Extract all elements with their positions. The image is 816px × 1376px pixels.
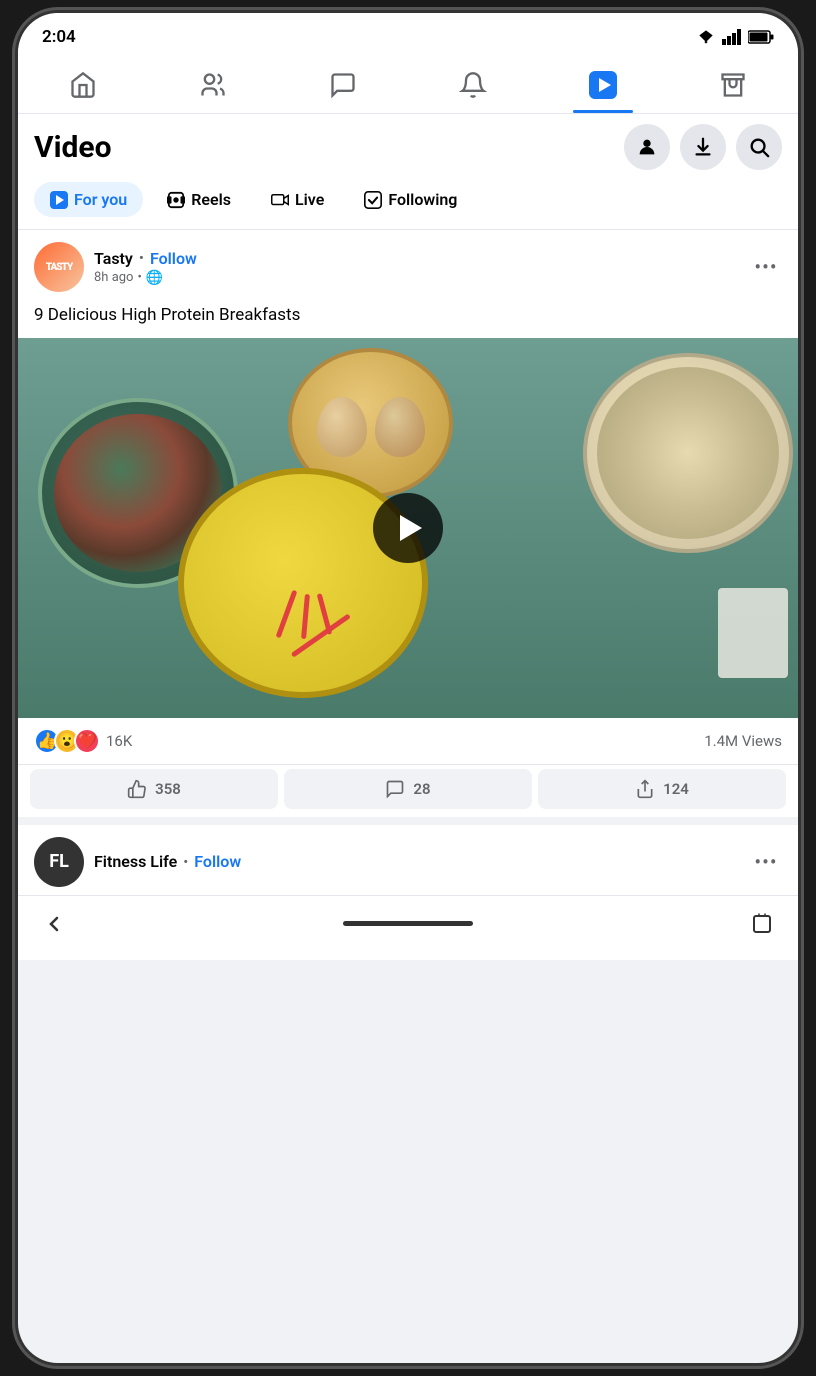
action-buttons-1: 358 28 124 bbox=[18, 765, 798, 817]
comment-count-1: 28 bbox=[413, 780, 430, 798]
author-info-2: Fitness Life • Follow bbox=[94, 852, 241, 871]
category-tabs: For you Reels Live Following bbox=[18, 174, 798, 230]
home-indicator[interactable] bbox=[343, 921, 473, 926]
avatar-fitness[interactable]: FL bbox=[34, 837, 84, 887]
tab-following[interactable]: Following bbox=[348, 182, 473, 217]
friends-icon bbox=[199, 71, 227, 99]
video-thumbnail-1[interactable] bbox=[18, 338, 798, 718]
follow-btn-1[interactable]: Follow bbox=[150, 249, 197, 268]
tab-reels-label: Reels bbox=[191, 190, 231, 209]
reactions-group: 👍 😮 ❤️ 16K bbox=[34, 728, 132, 754]
post-meta-1: 8h ago • 🌐 bbox=[94, 270, 197, 286]
like-count-1: 358 bbox=[155, 780, 181, 798]
home-icon bbox=[69, 71, 97, 99]
search-icon bbox=[748, 136, 770, 158]
more-btn-2[interactable]: ••• bbox=[750, 846, 782, 878]
reaction-count-1: 16K bbox=[106, 732, 132, 750]
wifi-icon bbox=[696, 29, 716, 45]
tab-live[interactable]: Live bbox=[255, 182, 340, 217]
play-button-1[interactable] bbox=[373, 493, 443, 563]
tab-reels[interactable]: Reels bbox=[151, 182, 247, 217]
love-emoji: ❤️ bbox=[74, 728, 100, 754]
phone-frame: 2:04 bbox=[18, 13, 798, 1363]
post-card-2: FL Fitness Life • Follow ••• bbox=[18, 825, 798, 895]
more-btn-1[interactable]: ••• bbox=[750, 251, 782, 283]
globe-icon-1: 🌐 bbox=[146, 270, 163, 286]
bell-icon bbox=[459, 71, 487, 99]
post-title-1: 9 Delicious High Protein Breakfasts bbox=[18, 300, 798, 338]
signal-icon bbox=[722, 29, 742, 45]
back-icon bbox=[42, 912, 66, 936]
back-button[interactable] bbox=[18, 904, 90, 944]
tab-for-you-label: For you bbox=[74, 190, 127, 209]
post-header-2: FL Fitness Life • Follow ••• bbox=[18, 825, 798, 895]
author-name-row-1: Tasty • Follow bbox=[94, 249, 197, 268]
nav-video[interactable] bbox=[573, 65, 633, 105]
marketplace-icon bbox=[719, 71, 747, 99]
messenger-icon bbox=[329, 71, 357, 99]
post-author-1: TASTY Tasty • Follow 8h ago • 🌐 bbox=[34, 242, 197, 292]
share-button-1[interactable]: 124 bbox=[538, 769, 786, 809]
following-icon bbox=[364, 191, 382, 209]
avatar-tasty[interactable]: TASTY bbox=[34, 242, 84, 292]
page-title: Video bbox=[34, 130, 112, 165]
bottom-nav bbox=[18, 895, 798, 960]
nav-friends[interactable] bbox=[183, 65, 243, 105]
post-author-2: FL Fitness Life • Follow bbox=[34, 837, 241, 887]
tab-following-label: Following bbox=[388, 190, 457, 209]
header-actions bbox=[624, 124, 782, 170]
rotate-icon bbox=[750, 912, 774, 936]
feed: TASTY Tasty • Follow 8h ago • 🌐 bbox=[18, 230, 798, 895]
search-button[interactable] bbox=[736, 124, 782, 170]
video-play-icon bbox=[589, 71, 617, 99]
status-icons bbox=[696, 29, 774, 45]
author-name-1: Tasty bbox=[94, 249, 133, 268]
share-icon bbox=[635, 779, 655, 799]
like-icon bbox=[127, 779, 147, 799]
nav-home[interactable] bbox=[53, 65, 113, 105]
like-button-1[interactable]: 358 bbox=[30, 769, 278, 809]
share-count-1: 124 bbox=[663, 780, 689, 798]
reels-icon bbox=[167, 191, 185, 209]
for-you-icon bbox=[50, 191, 68, 209]
author-info-1: Tasty • Follow 8h ago • 🌐 bbox=[94, 249, 197, 286]
person-icon bbox=[636, 136, 658, 158]
live-icon bbox=[271, 191, 289, 209]
status-time: 2:04 bbox=[42, 27, 76, 47]
page-header: Video bbox=[18, 114, 798, 174]
status-bar: 2:04 bbox=[18, 13, 798, 57]
rotate-button[interactable] bbox=[726, 904, 798, 944]
comment-icon bbox=[385, 779, 405, 799]
author-name-2: Fitness Life bbox=[94, 852, 177, 871]
post-card-1: TASTY Tasty • Follow 8h ago • 🌐 bbox=[18, 230, 798, 817]
nav-marketplace[interactable] bbox=[703, 65, 763, 105]
download-icon bbox=[692, 136, 714, 158]
nav-notifications[interactable] bbox=[443, 65, 503, 105]
views-count-1: 1.4M Views bbox=[704, 732, 782, 750]
reactions-bar-1: 👍 😮 ❤️ 16K 1.4M Views bbox=[18, 718, 798, 765]
follow-btn-2[interactable]: Follow bbox=[194, 852, 241, 871]
author-name-row-2: Fitness Life • Follow bbox=[94, 852, 241, 871]
download-button[interactable] bbox=[680, 124, 726, 170]
top-nav bbox=[18, 57, 798, 114]
battery-icon bbox=[748, 30, 774, 44]
tab-live-label: Live bbox=[295, 190, 324, 209]
tab-for-you[interactable]: For you bbox=[34, 182, 143, 217]
post-header-1: TASTY Tasty • Follow 8h ago • 🌐 bbox=[18, 230, 798, 300]
comment-button-1[interactable]: 28 bbox=[284, 769, 532, 809]
nav-messenger[interactable] bbox=[313, 65, 373, 105]
person-button[interactable] bbox=[624, 124, 670, 170]
